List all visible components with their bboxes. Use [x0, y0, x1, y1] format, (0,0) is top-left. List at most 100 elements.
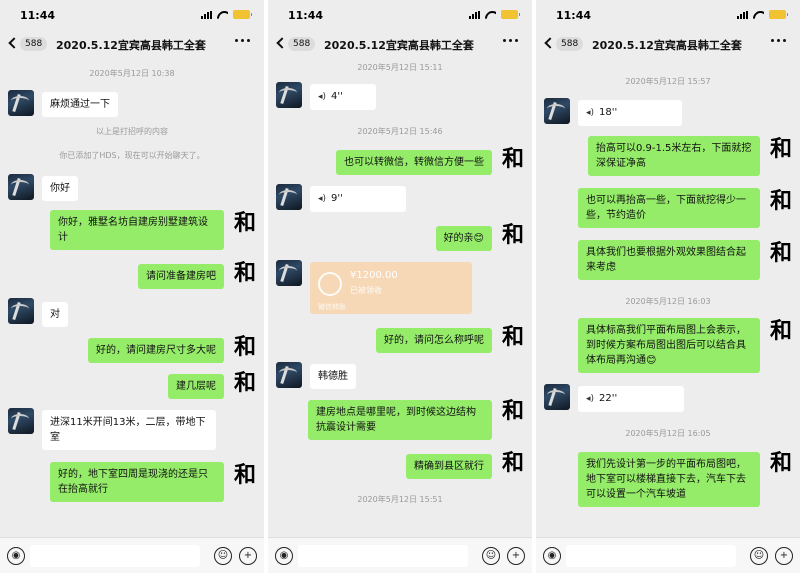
contact-avatar[interactable] — [544, 98, 570, 124]
more-icon[interactable] — [235, 39, 250, 42]
transfer-status: 已被领收 — [350, 286, 382, 295]
my-avatar[interactable]: 和 — [230, 208, 260, 238]
status-bar: 11:44 — [0, 0, 264, 30]
my-avatar[interactable]: 和 — [766, 134, 796, 164]
message-bubble-incoming[interactable]: 韩德胜 — [310, 364, 356, 389]
message-bubble-incoming[interactable]: 对 — [42, 302, 68, 327]
my-avatar[interactable]: 和 — [498, 448, 528, 478]
message-bubble-incoming[interactable]: 麻烦通过一下 — [42, 92, 118, 117]
back-chevron-icon[interactable] — [8, 37, 20, 49]
system-note: 你已添加了HDS，现在可以开始聊天了。 — [59, 151, 205, 160]
plus-icon[interactable]: + — [239, 547, 257, 565]
timestamp: 2020年5月12日 15:57 — [625, 77, 711, 86]
emoji-icon[interactable]: ☺ — [750, 547, 768, 565]
timestamp: 2020年5月12日 15:46 — [357, 127, 443, 136]
chat-panel-2: 11:44 588 2020.5.12宜宾高县韩工全套 2020年5月12日 1… — [268, 0, 532, 573]
voice-message[interactable]: ◂) 18'' — [578, 100, 682, 126]
message-bubble-outgoing[interactable]: 你好，雅墅名坊自建房别墅建筑设计 — [50, 210, 224, 250]
timestamp: 2020年5月12日 15:51 — [357, 495, 443, 504]
message-bubble-incoming[interactable]: 你好 — [42, 176, 78, 201]
message-bubble-outgoing[interactable]: 我们先设计第一步的平面布局图吧，地下室可以楼梯直接下去，汽车下去可以设置一个汽车… — [578, 452, 760, 507]
battery-icon — [769, 10, 788, 19]
timestamp: 2020年5月12日 16:05 — [625, 429, 711, 438]
message-bubble-outgoing[interactable]: 好的，请问怎么称呼呢 — [376, 328, 492, 353]
message-bubble-outgoing[interactable]: 精确到县区就行 — [406, 454, 492, 479]
wifi-icon — [485, 11, 496, 19]
signal-icon — [469, 10, 480, 19]
more-icon[interactable] — [771, 39, 786, 42]
emoji-icon[interactable]: ☺ — [214, 547, 232, 565]
plus-icon[interactable]: + — [775, 547, 793, 565]
my-avatar[interactable]: 和 — [766, 448, 796, 478]
message-list[interactable]: 2020年5月12日 15:57 ◂) 18'' 和 抬高可以0.9-1.5米左右… — [536, 60, 800, 543]
my-avatar[interactable]: 和 — [498, 322, 528, 352]
message-bubble-outgoing[interactable]: 好的亲😊 — [435, 226, 492, 251]
chat-title: 2020.5.12宜宾高县韩工全套 — [324, 39, 474, 52]
emoji-icon[interactable]: ☺ — [482, 547, 500, 565]
voice-message[interactable]: ◂) 9'' — [310, 186, 406, 212]
my-avatar[interactable]: 和 — [498, 220, 528, 250]
chat-title: 2020.5.12宜宾高县韩工全套 — [592, 39, 742, 52]
transfer-card[interactable]: ¥1200.00 已被领收 微信转账 — [310, 262, 472, 314]
my-avatar[interactable]: 和 — [230, 460, 260, 490]
message-bubble-outgoing[interactable]: 具体标高我们平面布局图上会表示，到时候方案布局图出图后可以结合具体布局再沟通😊 — [578, 318, 760, 373]
chat-panel-1: 11:44 588 2020.5.12宜宾高县韩工全套 2020年5月12日 1… — [0, 0, 264, 573]
back-chevron-icon[interactable] — [276, 37, 288, 49]
message-bubble-outgoing[interactable]: 好的，请问建房尺寸多大呢 — [88, 338, 224, 363]
voice-message[interactable]: ◂) 4'' — [310, 84, 376, 110]
input-bar: ◉ ☺ + — [0, 537, 264, 573]
voice-input-icon[interactable]: ◉ — [7, 547, 25, 565]
status-time: 11:44 — [288, 9, 324, 22]
message-list[interactable]: 2020年5月12日 10:38 麻烦通过一下 以上是打招呼的内容 你已添加了H… — [0, 60, 264, 543]
message-bubble-outgoing[interactable]: 也可以转微信，转微信方便一些 — [336, 150, 492, 175]
message-input[interactable] — [566, 545, 736, 567]
contact-avatar[interactable] — [276, 260, 302, 286]
contact-avatar[interactable] — [276, 362, 302, 388]
message-bubble-incoming[interactable]: 进深11米开间13米，二层，带地下室 — [42, 410, 216, 450]
message-bubble-outgoing[interactable]: 具体我们也要根据外观效果图结合起来考虑 — [578, 240, 760, 280]
plus-icon[interactable]: + — [507, 547, 525, 565]
message-bubble-outgoing[interactable]: 好的，地下室四周是现浇的还是只在抬高就行 — [50, 462, 224, 502]
timestamp: 2020年5月12日 10:38 — [89, 69, 175, 78]
chat-header: 588 2020.5.12宜宾高县韩工全套 — [268, 30, 532, 60]
chat-header: 588 2020.5.12宜宾高县韩工全套 — [0, 30, 264, 60]
voice-wave-icon: ◂) — [318, 194, 327, 204]
wifi-icon — [217, 11, 228, 19]
voice-wave-icon: ◂) — [318, 92, 327, 102]
my-avatar[interactable]: 和 — [230, 258, 260, 288]
message-bubble-outgoing[interactable]: 也可以再抬高一些，下面就挖得少一些，节约造价 — [578, 188, 760, 228]
message-input[interactable] — [298, 545, 468, 567]
battery-icon — [233, 10, 252, 19]
unread-badge[interactable]: 588 — [556, 37, 584, 51]
contact-avatar[interactable] — [8, 90, 34, 116]
message-bubble-outgoing[interactable]: 建房地点是哪里呢，到时候这边结构抗震设计需要 — [308, 400, 492, 440]
my-avatar[interactable]: 和 — [498, 144, 528, 174]
my-avatar[interactable]: 和 — [766, 316, 796, 346]
message-bubble-outgoing[interactable]: 请问准备建房吧 — [138, 264, 224, 289]
contact-avatar[interactable] — [544, 384, 570, 410]
voice-input-icon[interactable]: ◉ — [543, 547, 561, 565]
unread-badge[interactable]: 588 — [20, 37, 48, 51]
contact-avatar[interactable] — [8, 408, 34, 434]
unread-badge[interactable]: 588 — [288, 37, 316, 51]
voice-message[interactable]: ◂) 22'' — [578, 386, 684, 412]
contact-avatar[interactable] — [8, 298, 34, 324]
my-avatar[interactable]: 和 — [766, 186, 796, 216]
back-chevron-icon[interactable] — [544, 37, 556, 49]
message-bubble-outgoing[interactable]: 抬高可以0.9-1.5米左右，下面就挖深保证净高 — [588, 136, 760, 176]
contact-avatar[interactable] — [8, 174, 34, 200]
contact-avatar[interactable] — [276, 184, 302, 210]
message-input[interactable] — [30, 545, 200, 567]
my-avatar[interactable]: 和 — [230, 332, 260, 362]
signal-icon — [737, 10, 748, 19]
message-bubble-outgoing[interactable]: 建几层呢 — [168, 374, 224, 399]
contact-avatar[interactable] — [276, 82, 302, 108]
my-avatar[interactable]: 和 — [766, 238, 796, 268]
more-icon[interactable] — [503, 39, 518, 42]
voice-input-icon[interactable]: ◉ — [275, 547, 293, 565]
my-avatar[interactable]: 和 — [230, 368, 260, 398]
message-list[interactable]: 2020年5月12日 15:11 ◂) 4'' 2020年5月12日 15:46 … — [268, 60, 532, 543]
signal-icon — [201, 10, 212, 19]
my-avatar[interactable]: 和 — [498, 396, 528, 426]
chat-panel-3: 11:44 588 2020.5.12宜宾高县韩工全套 2020年5月12日 1… — [536, 0, 800, 573]
